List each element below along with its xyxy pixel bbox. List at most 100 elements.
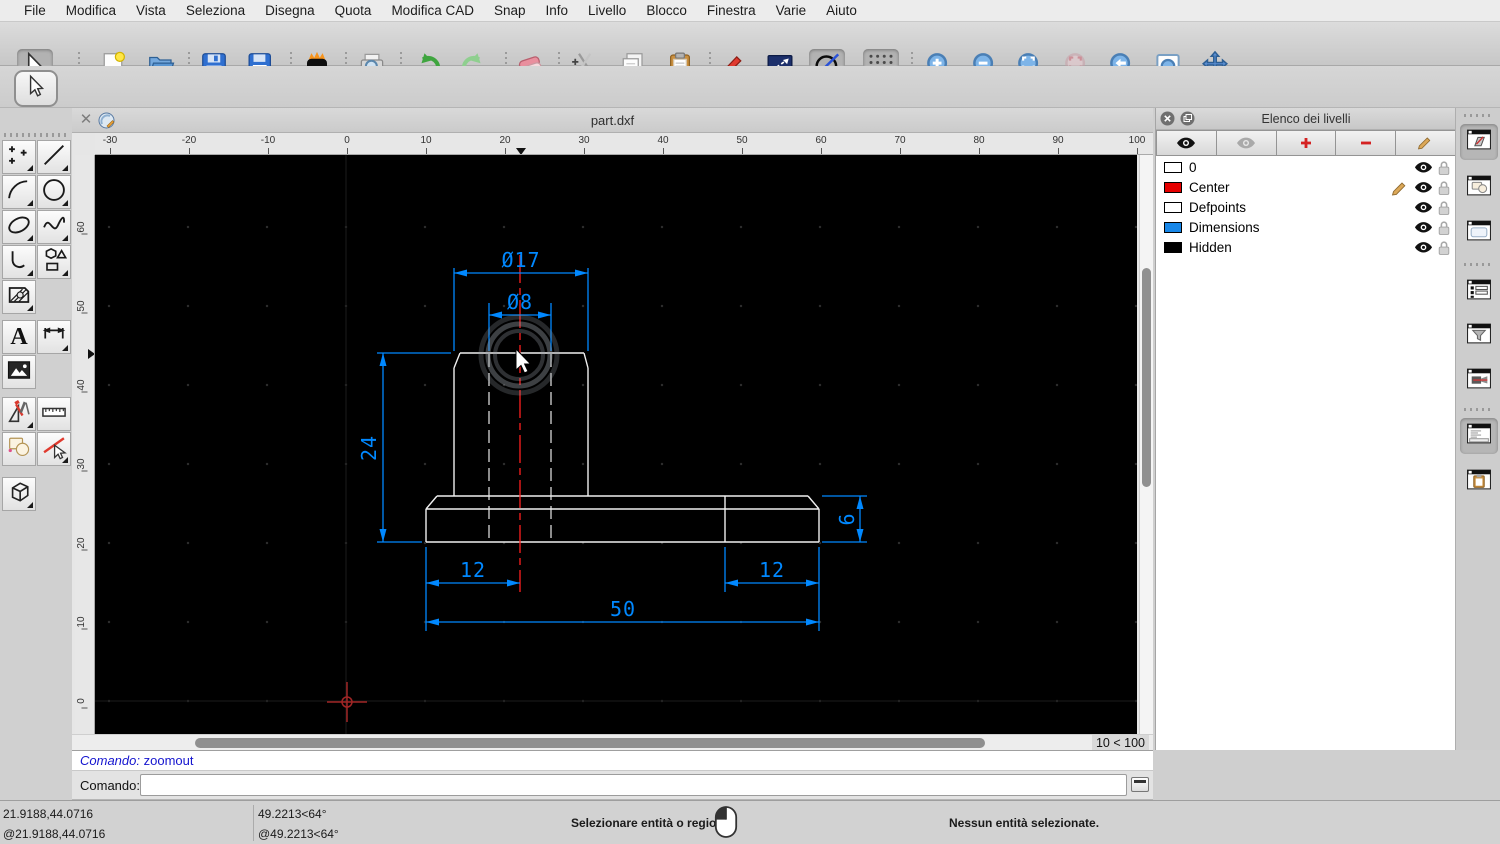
menu-modifica[interactable]: Modifica xyxy=(56,3,126,18)
vertical-scrollbar[interactable] xyxy=(1139,155,1153,734)
layer-visibility-eye-icon[interactable] xyxy=(1414,161,1433,175)
part-outline[interactable] xyxy=(426,353,819,542)
selection-tool-button[interactable] xyxy=(14,70,58,107)
layer-visibility-eye-icon[interactable] xyxy=(1414,201,1433,215)
dim-24[interactable]: 24 xyxy=(357,435,381,461)
command-line-panel-toggle[interactable] xyxy=(1460,418,1498,454)
show-all-layers-button[interactable] xyxy=(1156,130,1217,156)
layer-color-swatch[interactable] xyxy=(1164,242,1182,253)
hatch-tool-button[interactable] xyxy=(2,280,36,314)
menu-livello[interactable]: Livello xyxy=(578,3,636,18)
dim-50[interactable]: 50 xyxy=(610,597,636,621)
menu-varie[interactable]: Varie xyxy=(766,3,817,18)
hide-all-layers-button[interactable] xyxy=(1217,130,1277,156)
text-tool-button[interactable]: A xyxy=(2,320,36,354)
menu-quota[interactable]: Quota xyxy=(325,3,382,18)
modify-tool-button[interactable] xyxy=(2,397,36,431)
ruler-label: 10 xyxy=(406,135,446,146)
layer-color-swatch[interactable] xyxy=(1164,222,1182,233)
measure-tool-button[interactable] xyxy=(37,397,71,431)
layer-row-0[interactable]: 0 xyxy=(1156,158,1456,178)
vertical-ruler: 60 50 40 30 20 10 0 xyxy=(75,155,95,734)
layer-row-center[interactable]: Center xyxy=(1156,178,1456,198)
horizontal-ruler: -30 -20 -10 0 10 20 30 40 50 60 70 80 90… xyxy=(95,133,1153,155)
image-tool-button[interactable] xyxy=(2,355,36,389)
command-history-label: Comando: xyxy=(80,753,140,768)
ruler-label: -20 xyxy=(169,135,209,146)
blocks-tool-button[interactable] xyxy=(2,432,36,466)
command-options-button[interactable] xyxy=(1131,777,1149,792)
points-tool-button[interactable] xyxy=(2,140,36,174)
document-tab-title[interactable]: part.dxf xyxy=(72,113,1153,128)
layer-name[interactable]: Defpoints xyxy=(1189,200,1246,215)
current-layer-pencil-icon xyxy=(1391,180,1408,196)
ruler-label: 80 xyxy=(959,135,999,146)
selection-list-panel-toggle[interactable] xyxy=(1460,274,1498,310)
layer-lock-icon[interactable] xyxy=(1437,200,1451,216)
circle-tool-button[interactable] xyxy=(37,175,71,209)
layer-color-swatch[interactable] xyxy=(1164,162,1182,173)
layer-row-hidden[interactable]: Hidden xyxy=(1156,238,1456,258)
layer-name[interactable]: Center xyxy=(1189,180,1230,195)
dimension-tool-button[interactable] xyxy=(37,320,71,354)
layer-name[interactable]: Hidden xyxy=(1189,240,1232,255)
arc-tool-button[interactable] xyxy=(2,175,36,209)
command-history: Comando: zoomout xyxy=(72,750,1153,771)
edit-layer-button[interactable] xyxy=(1396,130,1456,156)
layer-row-defpoints[interactable]: Defpoints xyxy=(1156,198,1456,218)
menu-seleziona[interactable]: Seleziona xyxy=(176,3,255,18)
menu-vista[interactable]: Vista xyxy=(126,3,176,18)
layer-visibility-eye-icon[interactable] xyxy=(1414,241,1433,255)
line-tool-button[interactable] xyxy=(37,140,71,174)
layer-list-panel-toggle[interactable] xyxy=(1460,124,1498,160)
view-panel-toggle[interactable] xyxy=(1460,363,1498,399)
menu-blocco[interactable]: Blocco xyxy=(636,3,697,18)
select-entity-tool-button[interactable] xyxy=(37,432,71,466)
vertical-scrollbar-thumb[interactable] xyxy=(1142,268,1151,487)
menu-finestra[interactable]: Finestra xyxy=(697,3,766,18)
menu-snap[interactable]: Snap xyxy=(484,3,536,18)
polyline-tool-button[interactable] xyxy=(2,245,36,279)
palette-drag-handle[interactable] xyxy=(4,133,66,137)
layer-visibility-eye-icon[interactable] xyxy=(1414,181,1433,195)
dim-dia17[interactable]: Ø17 xyxy=(501,248,540,272)
horizontal-scrollbar[interactable]: 10 < 100 xyxy=(72,734,1153,750)
layer-lock-icon[interactable] xyxy=(1437,160,1451,176)
dim-12-left[interactable]: 12 xyxy=(460,558,486,582)
dim-6[interactable]: 6 xyxy=(835,512,859,525)
layer-row-dimensions[interactable]: Dimensions xyxy=(1156,218,1456,238)
origin-marker xyxy=(327,682,367,722)
solid-3d-tool-button[interactable] xyxy=(2,477,36,511)
ellipse-tool-button[interactable] xyxy=(2,210,36,244)
layer-visibility-eye-icon[interactable] xyxy=(1414,221,1433,235)
dimension-lines[interactable] xyxy=(377,268,867,631)
layer-name[interactable]: 0 xyxy=(1189,160,1197,175)
menu-aiuto[interactable]: Aiuto xyxy=(816,3,867,18)
menu-disegna[interactable]: Disegna xyxy=(255,3,325,18)
horizontal-scrollbar-thumb[interactable] xyxy=(195,738,985,748)
clipboard-panel-toggle[interactable] xyxy=(1460,464,1498,500)
document-area: ✕ part.dxf -30 -20 -10 0 10 20 30 40 50 … xyxy=(72,108,1153,750)
spline-tool-button[interactable] xyxy=(37,210,71,244)
block-list-panel-toggle[interactable] xyxy=(1460,170,1498,206)
layer-name[interactable]: Dimensions xyxy=(1189,220,1260,235)
layer-lock-icon[interactable] xyxy=(1437,180,1451,196)
ruler-label: 0 xyxy=(76,692,94,710)
filter-panel-toggle[interactable] xyxy=(1460,318,1498,354)
menu-file[interactable]: File xyxy=(14,3,56,18)
layer-lock-icon[interactable] xyxy=(1437,220,1451,236)
remove-layer-button[interactable] xyxy=(1336,130,1396,156)
menu-modifica-cad[interactable]: Modifica CAD xyxy=(381,3,484,18)
layer-color-swatch[interactable] xyxy=(1164,202,1182,213)
menu-info[interactable]: Info xyxy=(536,3,579,18)
add-layer-button[interactable] xyxy=(1277,130,1337,156)
dim-12-right[interactable]: 12 xyxy=(759,558,785,582)
layer-lock-icon[interactable] xyxy=(1437,240,1451,256)
command-input[interactable] xyxy=(140,774,1127,796)
drawing-canvas[interactable]: Ø17 Ø8 24 6 12 12 50 xyxy=(95,155,1137,734)
strip-drag-handle[interactable] xyxy=(1464,114,1494,117)
dim-dia8[interactable]: Ø8 xyxy=(507,290,533,314)
layer-color-swatch[interactable] xyxy=(1164,182,1182,193)
property-editor-panel-toggle[interactable] xyxy=(1460,215,1498,251)
shapes-tool-button[interactable] xyxy=(37,245,71,279)
